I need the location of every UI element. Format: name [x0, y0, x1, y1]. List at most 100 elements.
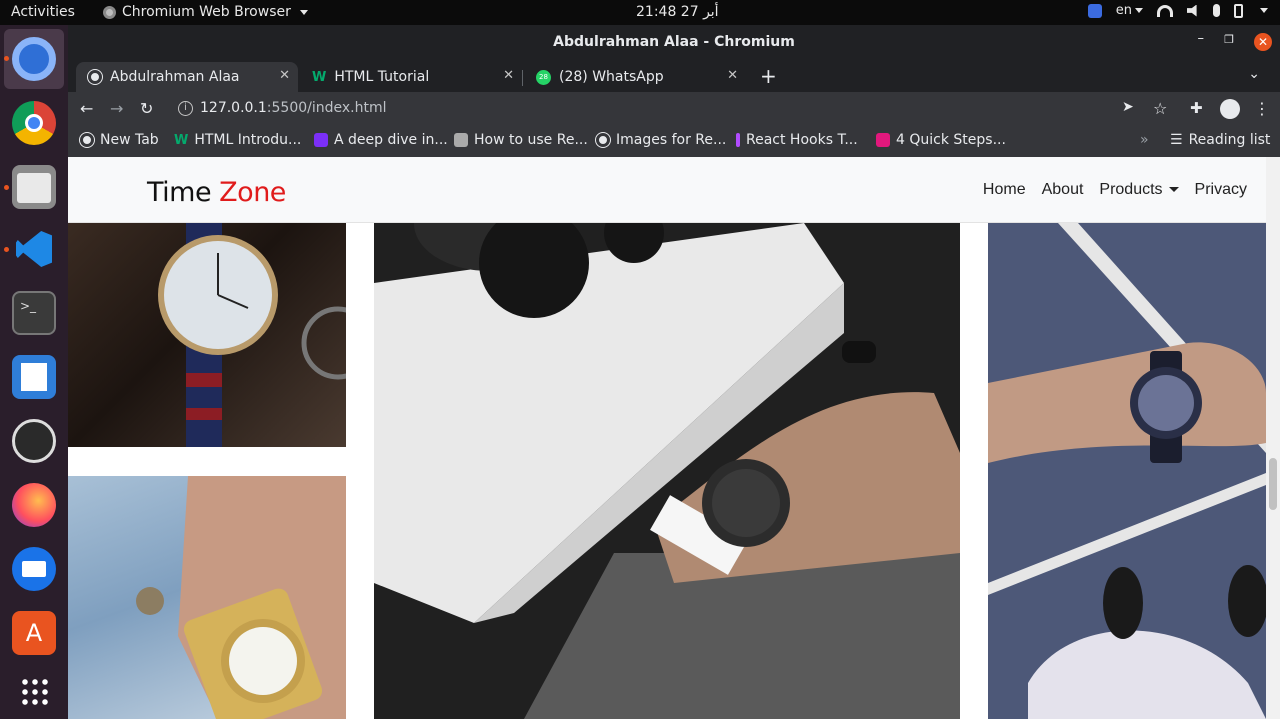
language-indicator[interactable]: en — [1116, 3, 1143, 18]
bookmark-item[interactable]: New Tab — [80, 132, 159, 148]
forward-button[interactable]: → — [110, 99, 123, 118]
close-tab-icon[interactable]: ✕ — [503, 68, 514, 83]
bookmark-favicon-icon — [876, 133, 890, 147]
profile-avatar-icon[interactable] — [1220, 99, 1240, 119]
bookmarks-bar: New Tab W HTML Introdu... A deep dive in.… — [68, 126, 1280, 157]
nav-products-dropdown[interactable]: Products — [1099, 181, 1178, 199]
site-brand-logo[interactable]: Time Zone — [147, 177, 286, 208]
url-path: :5500/index.html — [266, 100, 387, 116]
globe-icon — [596, 133, 610, 147]
bookmark-label: 4 Quick Steps... — [896, 132, 1006, 148]
bookmark-favicon-icon — [314, 133, 328, 147]
tab-whatsapp[interactable]: 28 (28) WhatsApp ✕ — [524, 62, 746, 92]
chromium-icon[interactable] — [12, 37, 56, 81]
bookmark-item[interactable]: How to use Re... — [454, 132, 588, 148]
vscode-icon[interactable] — [12, 227, 56, 271]
reading-list-icon: ☰ — [1170, 132, 1183, 148]
bookmark-item[interactable]: A deep dive in... — [314, 132, 448, 148]
volume-icon[interactable] — [1187, 4, 1197, 17]
nav-privacy-link[interactable]: Privacy — [1195, 181, 1247, 199]
firefox-icon[interactable] — [12, 483, 56, 527]
bookmark-item[interactable]: React Hooks T... — [736, 132, 858, 148]
url-host: 127.0.0.1 — [200, 100, 267, 116]
bookmark-item[interactable]: W HTML Introdu... — [174, 132, 301, 148]
text-editor-icon[interactable] — [12, 355, 56, 399]
send-tab-icon[interactable]: ➤ — [1122, 99, 1134, 115]
close-tab-icon[interactable]: ✕ — [279, 68, 290, 83]
camera-icon[interactable] — [1087, 3, 1102, 18]
scrollbar-thumb[interactable] — [1269, 458, 1277, 510]
app-menu[interactable]: Chromium Web Browser — [103, 4, 308, 20]
watch-wood-illustration — [158, 223, 346, 447]
site-nav-links: Home About Products Privacy — [983, 181, 1247, 199]
restore-button[interactable]: ❐ — [1224, 33, 1234, 46]
obs-icon[interactable] — [12, 419, 56, 463]
show-apps-icon[interactable] — [12, 669, 56, 713]
tab-label: (28) WhatsApp — [559, 69, 664, 85]
tab-html-tutorial[interactable]: W HTML Tutorial ✕ — [300, 62, 523, 92]
bookmark-label: Images for Re... — [616, 132, 727, 148]
close-tab-icon[interactable]: ✕ — [727, 68, 738, 83]
app-menu-label: Chromium Web Browser — [122, 4, 291, 20]
thunderbird-icon[interactable] — [12, 547, 56, 591]
site-info-icon[interactable]: i — [178, 101, 193, 116]
nav-about-link[interactable]: About — [1042, 181, 1084, 199]
minimize-button[interactable]: – — [1198, 31, 1205, 46]
language-label: en — [1115, 3, 1132, 18]
reading-list-button[interactable]: ☰ Reading list — [1170, 132, 1270, 148]
extensions-puzzle-icon[interactable]: ✚ — [1190, 99, 1203, 117]
page-scrollbar[interactable] — [1266, 157, 1280, 719]
system-tray[interactable]: en — [1087, 3, 1268, 18]
bookmark-item[interactable]: 4 Quick Steps... — [876, 132, 1006, 148]
bookmark-label: HTML Introdu... — [194, 132, 302, 148]
gallery-image-watch-court[interactable] — [988, 223, 1266, 719]
files-icon[interactable] — [12, 165, 56, 209]
software-center-icon[interactable]: A — [12, 611, 56, 655]
back-button[interactable]: ← — [80, 99, 93, 118]
chromium-icon — [103, 5, 116, 19]
bookmark-label: React Hooks T... — [746, 132, 858, 148]
whatsapp-icon: 28 — [536, 69, 551, 85]
bookmark-favicon-icon — [454, 133, 468, 147]
running-indicator — [4, 247, 9, 252]
bookmark-star-icon[interactable]: ☆ — [1153, 99, 1167, 118]
browser-toolbar: ← → ↻ i 127.0.0.1:5500/index.html ➤ ☆ ✚ … — [68, 92, 1280, 126]
globe-icon — [88, 70, 102, 84]
watch-denim-illustration — [136, 476, 346, 719]
bookmark-label: New Tab — [100, 132, 159, 148]
window-title-bar[interactable]: Abdulrahman Alaa - Chromium – ❐ ✕ — [68, 25, 1280, 60]
gallery-image-watch-denim[interactable] — [68, 476, 346, 719]
activities-button[interactable]: Activities — [11, 4, 75, 20]
bookmark-label: A deep dive in... — [334, 132, 448, 148]
more-bookmarks-chevron-icon[interactable]: » — [1140, 132, 1149, 148]
running-indicator — [4, 185, 9, 190]
gallery-image-watch-wood[interactable] — [68, 223, 346, 447]
microphone-icon[interactable] — [1213, 4, 1220, 17]
bookmark-item[interactable]: Images for Re... — [596, 132, 726, 148]
wifi-icon[interactable] — [1157, 4, 1173, 17]
battery-icon[interactable] — [1234, 3, 1243, 18]
window-title: Abdulrahman Alaa - Chromium — [553, 34, 795, 50]
chevron-down-icon — [299, 9, 308, 15]
terminal-icon[interactable]: >_ — [12, 291, 56, 335]
dock: >_ A — [0, 25, 68, 719]
tab-search-chevron-icon[interactable]: ⌄ — [1248, 66, 1260, 82]
reload-button[interactable]: ↻ — [140, 99, 153, 118]
tab-abdulrahman[interactable]: Abdulrahman Alaa ✕ — [76, 62, 298, 92]
close-window-button[interactable]: ✕ — [1254, 33, 1272, 51]
clock[interactable]: 21:48 27 أبر — [636, 4, 719, 20]
tab-separator — [522, 70, 523, 86]
chrome-icon[interactable] — [12, 101, 56, 145]
menu-kebab-icon[interactable]: ⋮ — [1254, 99, 1270, 118]
address-bar[interactable]: i 127.0.0.1:5500/index.html — [164, 95, 1164, 123]
tab-label: Abdulrahman Alaa — [110, 69, 240, 85]
gallery-image-watch-magazine[interactable] — [374, 223, 960, 719]
watch-magazine-illustration — [374, 223, 960, 719]
chevron-down-icon[interactable] — [1260, 8, 1268, 13]
bookmark-favicon-icon — [736, 133, 740, 147]
new-tab-button[interactable]: + — [760, 64, 777, 88]
nav-home-link[interactable]: Home — [983, 181, 1026, 199]
tab-label: HTML Tutorial — [334, 69, 430, 85]
address-url[interactable]: 127.0.0.1:5500/index.html — [200, 100, 387, 116]
w3schools-icon: W — [174, 132, 189, 148]
